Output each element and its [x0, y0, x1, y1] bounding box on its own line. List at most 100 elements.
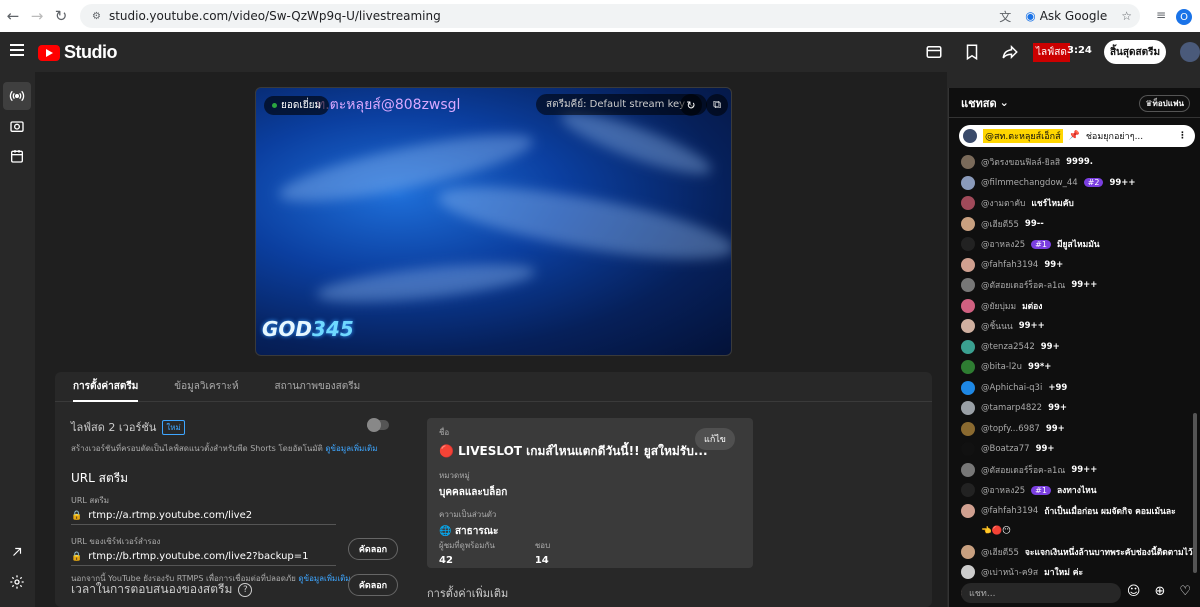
chat-author[interactable]: @ตัสอยเดอร์ร็อค-ล1ณ	[981, 278, 1065, 292]
left-nav	[0, 72, 35, 607]
chat-author[interactable]: @topfy...6987	[981, 424, 1040, 434]
end-stream-button[interactable]: สิ้นสุดสตรีม	[1104, 40, 1166, 64]
share-icon[interactable]	[1001, 43, 1019, 61]
chat-message[interactable]: @tenza2542 99+	[961, 337, 1193, 358]
refresh-icon[interactable]: ↻	[680, 94, 702, 116]
bookmark-star-icon[interactable]: ☆	[1121, 9, 1132, 23]
studio-logo[interactable]: Studio	[38, 42, 118, 63]
chat-message[interactable]: @เฮียตี55 99--	[961, 214, 1193, 235]
rtmps-learn-more-link[interactable]: ดูข้อมูลเพิ่มเติม	[298, 574, 350, 583]
god345-watermark: GOD345	[262, 317, 354, 341]
chat-author[interactable]: @fahfah3194	[981, 506, 1038, 516]
reload-icon[interactable]: ↻	[50, 5, 72, 27]
chat-avatar	[961, 360, 975, 375]
chat-message[interactable]: @fahfah3194 99+	[961, 255, 1193, 276]
chat-message[interactable]: 👈🔴😶	[961, 521, 1193, 542]
chat-message[interactable]: @ยัยบุ่มม มต่อง	[961, 296, 1193, 317]
copy-backup-url-button[interactable]: คัดลอก	[348, 574, 398, 596]
chat-avatar	[961, 196, 975, 211]
heart-icon[interactable]: ♡	[1179, 584, 1191, 599]
chat-author[interactable]: @tamarp4822	[981, 403, 1042, 413]
chat-message[interactable]: @filmmechangdow_44 #2 99++	[961, 173, 1193, 194]
chat-author[interactable]: @Boatza77	[981, 444, 1030, 454]
live-chat-panel: แชทสด ⌄ ♛ท็อปแฟน @สท.ตะหลุยส์เอ็กส์ 📌 ช่…	[948, 88, 1200, 607]
chat-scrollbar[interactable]	[1193, 413, 1197, 573]
live-stream-nav-icon[interactable]	[3, 82, 31, 110]
chat-message[interactable]: @ตัสอยเดอร์ร็อค-ล1ณ 99++	[961, 275, 1193, 296]
tab-analytics[interactable]: ข้อมูลวิเคราะห์	[156, 372, 256, 401]
chat-author[interactable]: @ชิ้นนน	[981, 319, 1013, 333]
copy-stream-url-button[interactable]: คัดลอก	[348, 538, 398, 560]
chat-author[interactable]: @งามตาคับ	[981, 196, 1025, 210]
ask-google-button[interactable]: ◉ Ask Google	[1025, 9, 1107, 23]
main-content: ท.ตะหลุยส์@808zwsgl ยอดเยี่ยม สตรีมคีย์:…	[35, 72, 964, 607]
chat-message[interactable]: @bita-l2u 99*+	[961, 357, 1193, 378]
chat-message[interactable]: @อาหลง25 #1 มียูสไหมมัน	[961, 234, 1193, 255]
back-icon[interactable]: ←	[2, 5, 24, 27]
chat-author[interactable]: @tenza2542	[981, 342, 1035, 352]
vertical-live-toggle[interactable]	[367, 418, 389, 432]
bookmark-icon[interactable]	[963, 43, 981, 61]
pinned-message[interactable]: @สท.ตะหลุยส์เอ็กส์ 📌 ช่อมยุกอย่าๆ... ⋮	[959, 125, 1195, 147]
address-bar[interactable]: ⚙ studio.youtube.com/video/Sw-QzWp9q-U/l…	[80, 4, 1140, 28]
site-info-icon[interactable]: ⚙	[92, 11, 101, 22]
emoji-icon[interactable]: ☺	[1127, 584, 1141, 599]
help-icon[interactable]: ?	[238, 582, 253, 597]
translate-icon[interactable]: 文	[999, 8, 1011, 25]
stream-url-field[interactable]: 🔒 rtmp://a.rtmp.youtube.com/live2	[71, 507, 336, 525]
layout-icon[interactable]	[925, 43, 943, 61]
chat-author[interactable]: @เบ่าหน้า-ค9ส	[981, 565, 1038, 579]
chat-text: 99*+	[1028, 362, 1052, 373]
chat-message[interactable]: @fahfah3194 ถ้าเป็นเมื่อก่อน ผมจัดกิจ คอม…	[961, 501, 1193, 522]
tab-search-icon[interactable]: ≡	[1156, 8, 1166, 22]
chat-message[interactable]: @เฮียตี55 จะแจกเงินหนึ่งล้านบาทพระคับช่อง…	[961, 542, 1193, 563]
chat-message[interactable]: @Boatza77 99+	[961, 439, 1193, 460]
chat-message[interactable]: @ตัสอยเดอร์ร็อค-ล1ณ 99++	[961, 460, 1193, 481]
chevron-down-icon[interactable]: ⌄	[1000, 96, 1009, 109]
tab-stream-settings[interactable]: การตั้งค่าสตรีม	[55, 372, 156, 402]
backup-url-field[interactable]: 🔒 rtmp://b.rtmp.youtube.com/live2?backup=…	[71, 548, 336, 566]
chat-author[interactable]: @bita-l2u	[981, 362, 1022, 372]
chat-author[interactable]: @เฮียตี55	[981, 545, 1019, 559]
forward-icon[interactable]: →	[26, 5, 48, 27]
chat-author[interactable]: @วิตรงขอนฟิลล์-ยิลสิ	[981, 155, 1060, 169]
chat-message[interactable]: @ชิ้นนน 99++	[961, 316, 1193, 337]
edit-button[interactable]: แก้ไข	[695, 428, 735, 450]
browser-profile-avatar[interactable]: O	[1176, 9, 1192, 25]
chat-author[interactable]: @เฮียตี55	[981, 217, 1019, 231]
chat-avatar	[961, 237, 975, 252]
chat-author[interactable]: @ยัยบุ่มม	[981, 299, 1016, 313]
camera-nav-icon[interactable]	[3, 112, 31, 140]
chat-author[interactable]: @Aphichai-q3i	[981, 383, 1042, 393]
menu-icon[interactable]	[10, 44, 24, 59]
tab-stream-health[interactable]: สถานภาพของสตรีม	[257, 372, 379, 401]
learn-more-link[interactable]: ดูข้อมูลเพิ่มเติม	[325, 444, 377, 453]
settings-gear-icon[interactable]	[3, 568, 31, 596]
external-link-icon[interactable]	[3, 538, 31, 566]
stream-settings-panel: การตั้งค่าสตรีม ข้อมูลวิเคราะห์ สถานภาพข…	[55, 372, 932, 607]
chat-author[interactable]: @ตัสอยเดอร์ร็อค-ล1ณ	[981, 463, 1065, 477]
url-text[interactable]: studio.youtube.com/video/Sw-QzWp9q-U/liv…	[109, 9, 441, 23]
vertical-live-title: ไลฟ์สด 2 เวอร์ชัน	[71, 421, 157, 434]
channel-avatar[interactable]	[1180, 42, 1200, 62]
chat-message[interactable]: @tamarp4822 99+	[961, 398, 1193, 419]
chat-author[interactable]: @อาหลง25	[981, 237, 1025, 251]
chat-message[interactable]: @topfy...6987 99+	[961, 419, 1193, 440]
chat-message[interactable]: @อาหลง25 #1 ลงทางไหน	[961, 480, 1193, 501]
top-fans-button[interactable]: ♛ท็อปแฟน	[1139, 95, 1190, 112]
chat-title[interactable]: แชทสด	[961, 94, 997, 112]
chat-author[interactable]: @อาหลง25	[981, 483, 1025, 497]
stream-preview[interactable]: ท.ตะหลุยส์@808zwsgl ยอดเยี่ยม สตรีมคีย์:…	[255, 87, 732, 356]
chat-input[interactable]: แชท...	[961, 583, 1121, 603]
chat-author[interactable]: @filmmechangdow_44	[981, 178, 1078, 188]
stream-health-pill[interactable]: ยอดเยี่ยม	[264, 96, 330, 115]
chat-message[interactable]: @Aphichai-q3i +99	[961, 378, 1193, 399]
chat-author[interactable]: @fahfah3194	[981, 260, 1038, 270]
calendar-nav-icon[interactable]	[3, 142, 31, 170]
pinned-avatar	[963, 129, 977, 143]
chat-message[interactable]: @งามตาคับ แชร์ไหมคับ	[961, 193, 1193, 214]
chat-message[interactable]: @วิตรงขอนฟิลล์-ยิลสิ 9999.	[961, 152, 1193, 173]
copy-icon[interactable]: ⧉	[706, 94, 728, 116]
add-icon[interactable]: ⊕	[1154, 584, 1165, 599]
more-vert-icon[interactable]: ⋮	[1178, 131, 1187, 141]
